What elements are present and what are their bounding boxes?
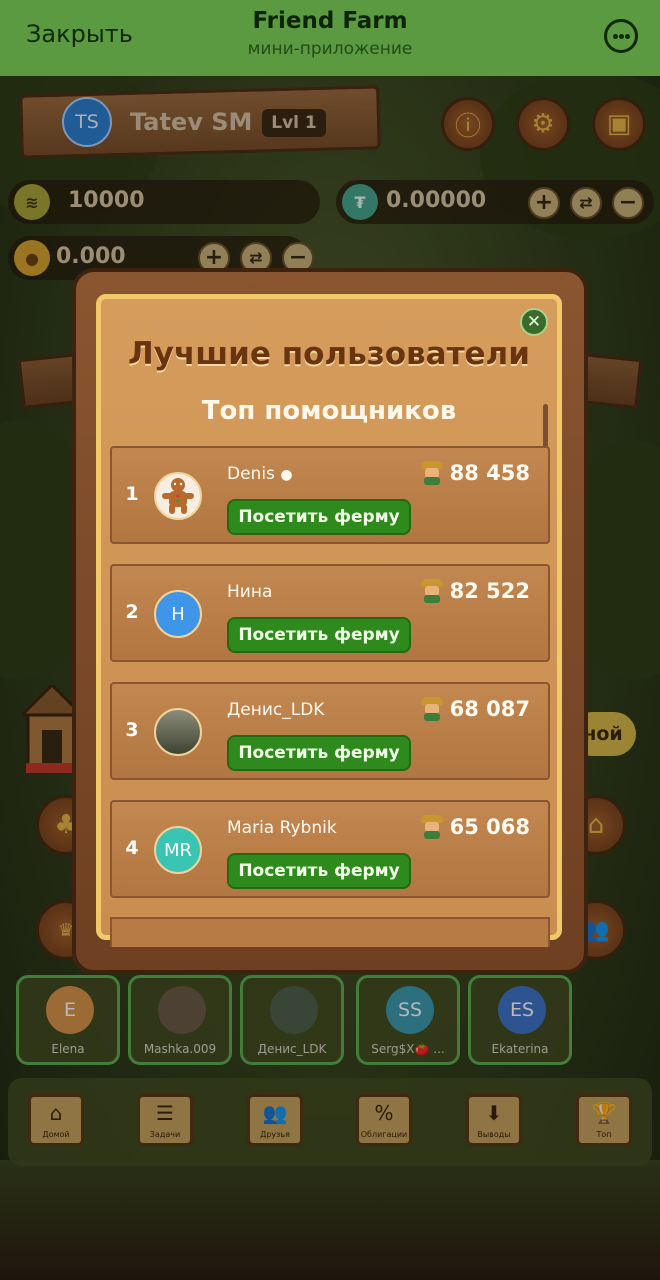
user-name: Denis ● — [227, 464, 293, 484]
visit-farm-button[interactable]: Посетить ферму — [227, 499, 411, 535]
rank-number: 2 — [125, 601, 139, 623]
rank-number: 1 — [125, 483, 139, 505]
modal-subtitle: Топ помощников — [201, 396, 457, 426]
score-value: 82 522 — [449, 579, 530, 603]
user-name-text: Denis — [227, 464, 281, 484]
user-avatar[interactable] — [154, 472, 202, 520]
leaderboard-row: 2 Н Нина 82 522 Посетить ферму — [110, 564, 550, 662]
leaderboard-row: 4 MR Maria Rybnik 65 068 Посетить ферму — [110, 800, 550, 898]
user-name: Нина — [227, 582, 273, 602]
rank-number: 3 — [125, 719, 139, 741]
user-name: Maria Rybnik — [227, 818, 337, 838]
modal-title: Лучшие пользователи — [128, 336, 530, 372]
leaderboard-row: 3 Денис_LDK 68 087 Посетить ферму — [110, 682, 550, 780]
score-value: 88 458 — [449, 461, 530, 485]
farmer-icon — [420, 579, 444, 603]
score-value: 65 068 — [449, 815, 530, 839]
score: 88 458 — [420, 461, 530, 485]
gingerbread-icon — [162, 478, 194, 514]
score: 82 522 — [420, 579, 530, 603]
score: 68 087 — [420, 697, 530, 721]
visit-farm-button[interactable]: Посетить ферму — [227, 853, 411, 889]
farmer-icon — [420, 815, 444, 839]
user-avatar[interactable]: MR — [154, 826, 202, 874]
leaderboard-row-partial — [110, 917, 550, 947]
score-value: 68 087 — [449, 697, 530, 721]
leaderboard-row: 1 Denis ● 88 458 Посетить ферму — [110, 446, 550, 544]
user-avatar-photo[interactable] — [154, 708, 202, 756]
modal-close-icon[interactable]: ✕ — [520, 308, 548, 336]
farmer-icon — [420, 461, 444, 485]
score: 65 068 — [420, 815, 530, 839]
user-name: Денис_LDK — [227, 700, 325, 720]
rank-number: 4 — [125, 837, 139, 859]
visit-farm-button[interactable]: Посетить ферму — [227, 617, 411, 653]
user-avatar[interactable]: Н — [154, 590, 202, 638]
visit-farm-button[interactable]: Посетить ферму — [227, 735, 411, 771]
apple-icon: ● — [280, 467, 293, 483]
farmer-icon — [420, 697, 444, 721]
